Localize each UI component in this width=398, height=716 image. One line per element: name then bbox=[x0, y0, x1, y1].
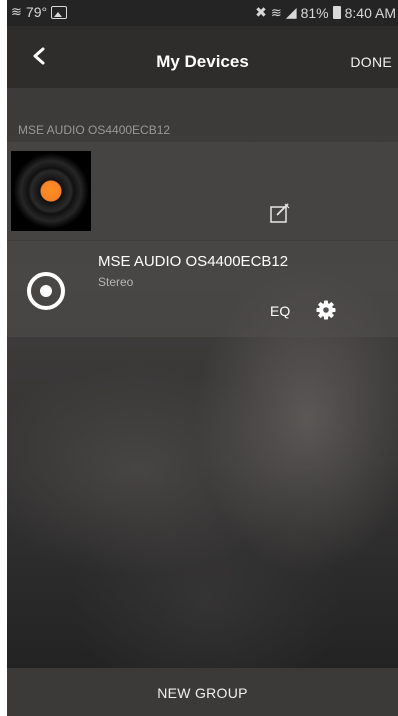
status-left: ≋ 79° bbox=[11, 4, 68, 20]
bottom-bar: NEW GROUP bbox=[7, 668, 398, 716]
clock: 8:40 AM bbox=[344, 4, 396, 21]
group-section-label: MSE AUDIO OS4400ECB12 bbox=[18, 123, 171, 137]
edit-icon[interactable] bbox=[269, 202, 291, 224]
page-title: My Devices bbox=[156, 52, 249, 71]
status-bar: ≋ 79° ✖ ≋ ◢ 81% 8:40 AM bbox=[7, 0, 398, 26]
album-art bbox=[11, 151, 91, 231]
battery-percent: 81% bbox=[300, 4, 329, 21]
temperature-text: 79° bbox=[25, 4, 48, 20]
speaker-icon bbox=[27, 272, 65, 310]
new-group-button[interactable]: NEW GROUP bbox=[7, 685, 398, 701]
device-row[interactable]: MSE AUDIO OS4400ECB12 Stereo EQ bbox=[7, 241, 398, 337]
wifi-icon: ≋ bbox=[11, 4, 22, 19]
gear-icon[interactable] bbox=[316, 300, 336, 320]
group-card[interactable] bbox=[7, 142, 398, 240]
status-right: ✖ ≋ ◢ 81% 8:40 AM bbox=[255, 4, 396, 21]
battery-icon bbox=[332, 6, 341, 19]
mute-icon: ✖ bbox=[255, 4, 267, 20]
app-bar: My Devices DONE bbox=[7, 26, 398, 88]
done-button[interactable]: DONE bbox=[350, 54, 392, 70]
cell-signal-icon: ◢ bbox=[285, 4, 297, 20]
eq-button[interactable]: EQ bbox=[270, 303, 290, 319]
image-notification-icon bbox=[51, 5, 68, 19]
device-name: MSE AUDIO OS4400ECB12 bbox=[98, 253, 289, 270]
wifi-signal-icon: ≋ bbox=[270, 4, 282, 20]
app-screen: ≋ 79° ✖ ≋ ◢ 81% 8:40 AM My Devices DONE … bbox=[7, 0, 398, 716]
device-mode: Stereo bbox=[98, 275, 134, 289]
